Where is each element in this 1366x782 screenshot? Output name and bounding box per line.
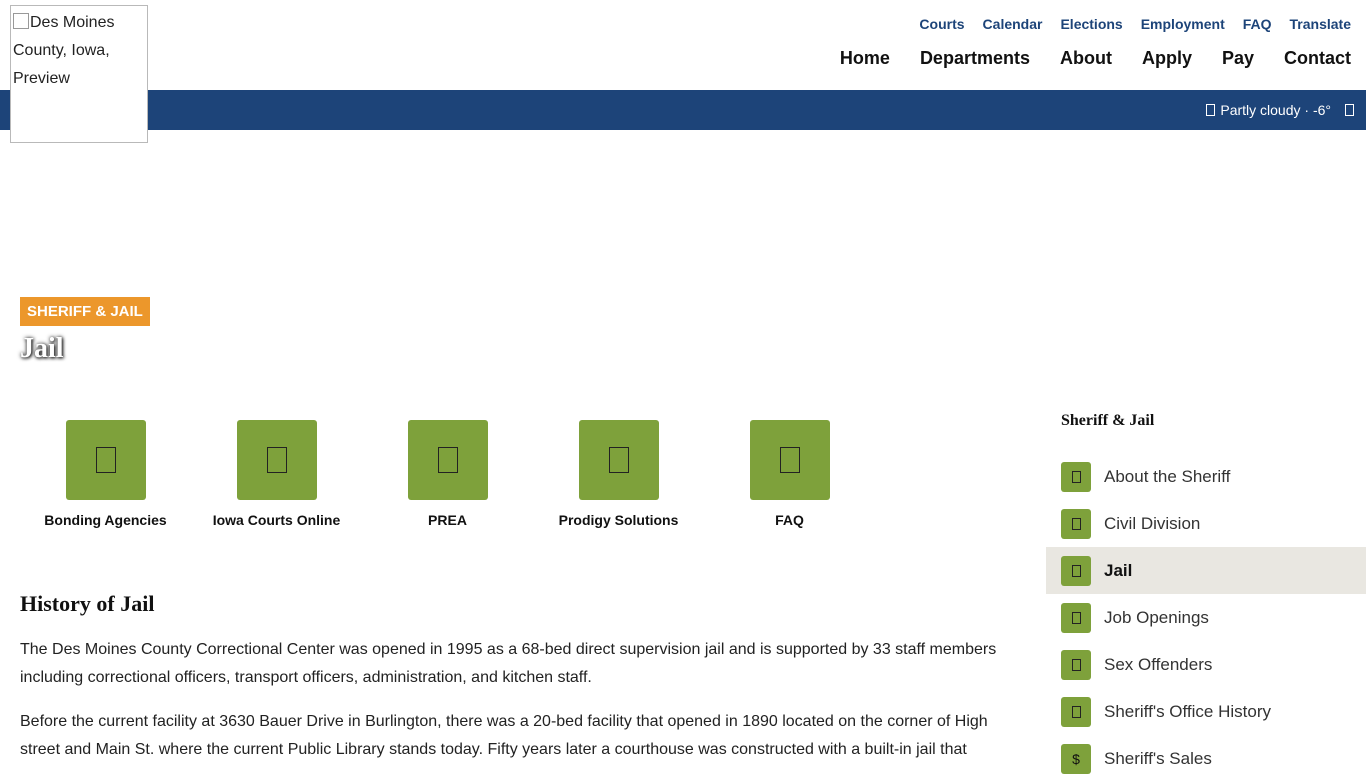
quick-link-tile[interactable] xyxy=(236,420,317,500)
sheriff-icon xyxy=(1061,461,1091,492)
quick-link-bonding-agencies[interactable]: Bonding Agencies xyxy=(20,420,191,528)
sidebar-item-civil-division[interactable]: Civil Division xyxy=(1046,500,1366,547)
quick-link-tile[interactable] xyxy=(749,420,830,500)
sidebar-item-about-the-sheriff[interactable]: About the Sheriff xyxy=(1046,453,1366,500)
quick-link-tile[interactable] xyxy=(407,420,488,500)
sidebar-item-sex-offenders[interactable]: Sex Offenders xyxy=(1046,641,1366,688)
history-paragraph-2: Before the current facility at 3630 Baue… xyxy=(20,713,988,758)
nav-pay[interactable]: Pay xyxy=(1222,48,1254,69)
sidebar-item-label: Sex Offenders xyxy=(1104,654,1213,674)
sidebar-item-sheriffs-office-history[interactable]: Sheriff's Office History xyxy=(1046,688,1366,735)
sidebar-item-label: About the Sheriff xyxy=(1104,466,1231,486)
nav-apply[interactable]: Apply xyxy=(1142,48,1192,69)
main-nav: Home Departments About Apply Pay Contact xyxy=(840,48,1351,69)
quick-link-label[interactable]: Prodigy Solutions xyxy=(559,512,679,528)
quick-link-label[interactable]: Iowa Courts Online xyxy=(213,512,341,528)
civil-icon xyxy=(1061,508,1091,539)
page-title: Jail xyxy=(20,333,64,364)
sidebar-item-label: Civil Division xyxy=(1104,513,1201,533)
quick-link-label[interactable]: FAQ xyxy=(775,512,804,528)
sidebar-item-jail[interactable]: Jail xyxy=(1046,547,1366,594)
top-link-elections[interactable]: Elections xyxy=(1060,16,1122,32)
offenders-icon xyxy=(1061,649,1091,680)
top-link-employment[interactable]: Employment xyxy=(1141,16,1225,32)
sidebar-item-job-openings[interactable]: Job Openings xyxy=(1046,594,1366,641)
quick-link-faq[interactable]: FAQ xyxy=(704,420,875,528)
sidebar-item-label: Sheriff's Office History xyxy=(1104,701,1272,721)
top-link-faq[interactable]: FAQ xyxy=(1243,16,1272,32)
jail-icon xyxy=(1061,555,1091,586)
utility-nav: Courts Calendar Elections Employment FAQ… xyxy=(919,16,1351,32)
sidebar: Sheriff & Jail About the Sheriff Civil D… xyxy=(1046,400,1366,782)
top-link-courts[interactable]: Courts xyxy=(919,16,964,32)
prodigy-solutions-icon xyxy=(608,447,629,473)
quick-link-label[interactable]: Bonding Agencies xyxy=(44,512,166,528)
weather-text: Partly cloudy · -6° xyxy=(1220,102,1331,118)
history-icon xyxy=(1061,696,1091,727)
weather-icon xyxy=(1206,104,1216,116)
nav-contact[interactable]: Contact xyxy=(1284,48,1351,69)
header-bar: Partly cloudy · -6° xyxy=(0,90,1366,130)
sidebar-item-label: Job Openings xyxy=(1104,607,1209,627)
bonding-agencies-icon xyxy=(95,447,116,473)
nav-about[interactable]: About xyxy=(1060,48,1112,69)
history-paragraph-1: The Des Moines County Correctional Cente… xyxy=(20,641,997,686)
weather-widget[interactable]: Partly cloudy · -6° xyxy=(1206,102,1331,118)
nav-home[interactable]: Home xyxy=(840,48,890,69)
nav-departments[interactable]: Departments xyxy=(920,48,1030,69)
sidebar-item-label: Jail xyxy=(1104,560,1133,580)
sidebar-title: Sheriff & Jail xyxy=(1061,412,1155,429)
quick-link-tile[interactable] xyxy=(578,420,659,500)
quick-link-prodigy-solutions[interactable]: Prodigy Solutions xyxy=(533,420,704,528)
county-logo[interactable]: Des Moines County, Iowa, Preview xyxy=(10,5,148,143)
courts-online-icon xyxy=(266,447,287,473)
quick-link-tile[interactable] xyxy=(65,420,146,500)
faq-icon xyxy=(779,447,800,473)
jobs-icon xyxy=(1061,602,1091,633)
top-link-translate[interactable]: Translate xyxy=(1290,16,1351,32)
sidebar-item-label: Sheriff's Sales xyxy=(1104,748,1212,768)
menu-icon[interactable] xyxy=(1345,104,1354,116)
dollar-icon: $ xyxy=(1061,743,1091,774)
quick-link-iowa-courts-online[interactable]: Iowa Courts Online xyxy=(191,420,362,528)
top-link-calendar[interactable]: Calendar xyxy=(983,16,1043,32)
section-badge: SHERIFF & JAIL xyxy=(20,297,150,326)
sidebar-item-sheriffs-sales[interactable]: $ Sheriff's Sales xyxy=(1046,735,1366,782)
quick-link-label[interactable]: PREA xyxy=(428,512,467,528)
prea-icon xyxy=(437,447,458,473)
quick-link-prea[interactable]: PREA xyxy=(362,420,533,528)
broken-image-icon xyxy=(13,13,29,29)
history-heading: History of Jail xyxy=(20,591,155,616)
sidebar-list: About the Sheriff Civil Division Jail Jo… xyxy=(1046,453,1366,782)
quick-links: Bonding Agencies Iowa Courts Online PREA… xyxy=(20,420,875,528)
